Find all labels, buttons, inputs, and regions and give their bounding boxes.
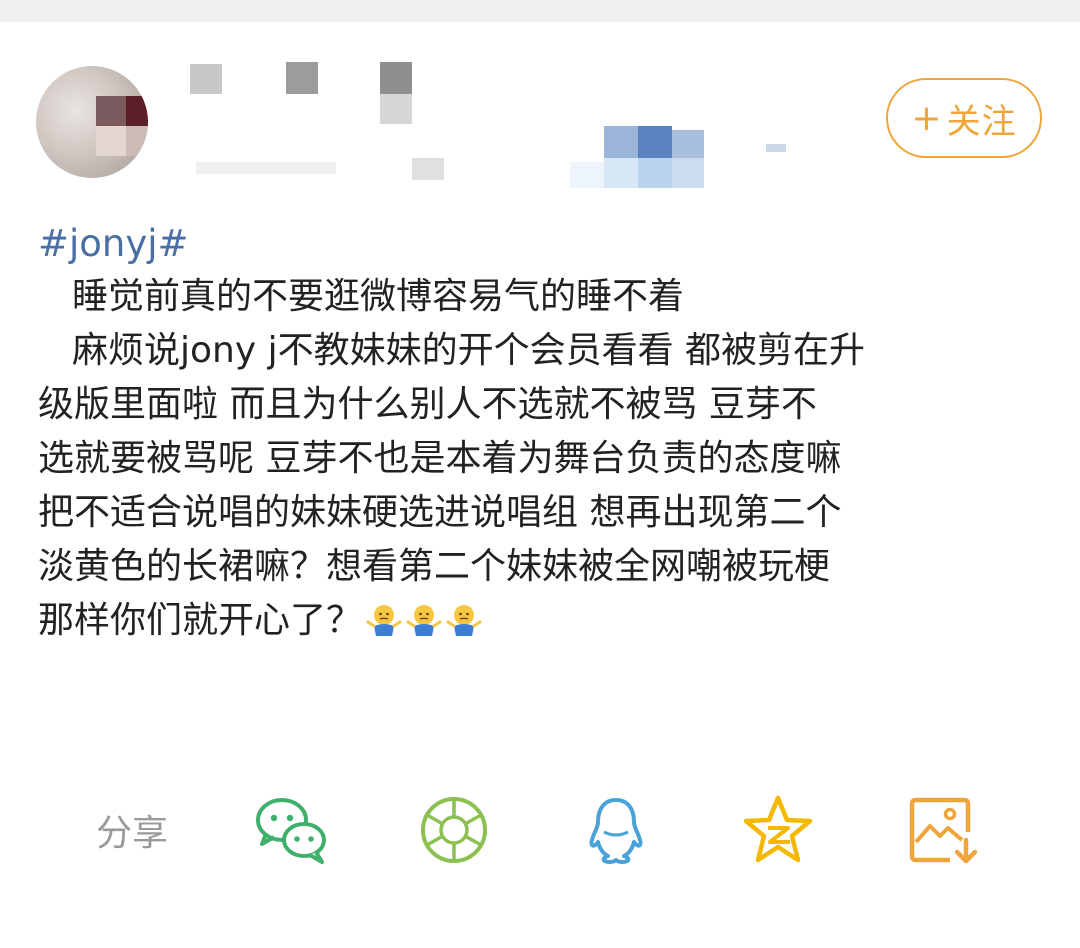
follow-button[interactable]: + 关注 [886, 78, 1042, 158]
post-line: 淡黄色的长裙嘛？想看第二个妹妹被全网嘲被玩梗 [38, 546, 831, 587]
post-header: + 关注 [0, 22, 1080, 212]
post-content: #jonyj# 睡觉前真的不要逛微博容易气的睡不着 麻烦说jony j不教妹妹的… [38, 218, 1048, 648]
shrug-emoji [406, 605, 442, 636]
status-bar-strip [0, 0, 1080, 22]
qq-icon[interactable] [576, 790, 656, 870]
post-line: 把不适合说唱的妹妹硬选进说唱组 想再出现第二个 [38, 492, 842, 533]
moments-icon[interactable] [414, 790, 494, 870]
avatar[interactable] [36, 66, 148, 178]
post-line: 级版里面啦 而且为什么别人不选就不被骂 豆芽不 [38, 384, 817, 425]
post-line: 睡觉前真的不要逛微博容易气的睡不着 [72, 276, 685, 317]
qzone-icon[interactable] [738, 790, 818, 870]
share-bar: 分享 [0, 780, 1080, 880]
plus-icon: + [911, 97, 943, 139]
share-label: 分享 [96, 813, 169, 854]
wechat-icon[interactable] [252, 790, 332, 870]
save-image-icon[interactable] [902, 790, 982, 870]
post-body: 睡觉前真的不要逛微博容易气的睡不着 麻烦说jony j不教妹妹的开个会员看看 都… [38, 270, 1048, 648]
post-line-text: 那样你们就开心了？ [38, 600, 363, 641]
post-line: 麻烦说jony j不教妹妹的开个会员看看 都被剪在升 [72, 330, 866, 371]
hashtag-link[interactable]: #jonyj# [38, 218, 1048, 270]
follow-label: 关注 [946, 101, 1017, 142]
post-line: 选就要被骂呢 豆芽不也是本着为舞台负责的态度嘛 [38, 438, 842, 479]
post-line-last: 那样你们就开心了？ [38, 594, 1048, 648]
shrug-emoji [366, 605, 402, 636]
shrug-emoji [446, 605, 482, 636]
